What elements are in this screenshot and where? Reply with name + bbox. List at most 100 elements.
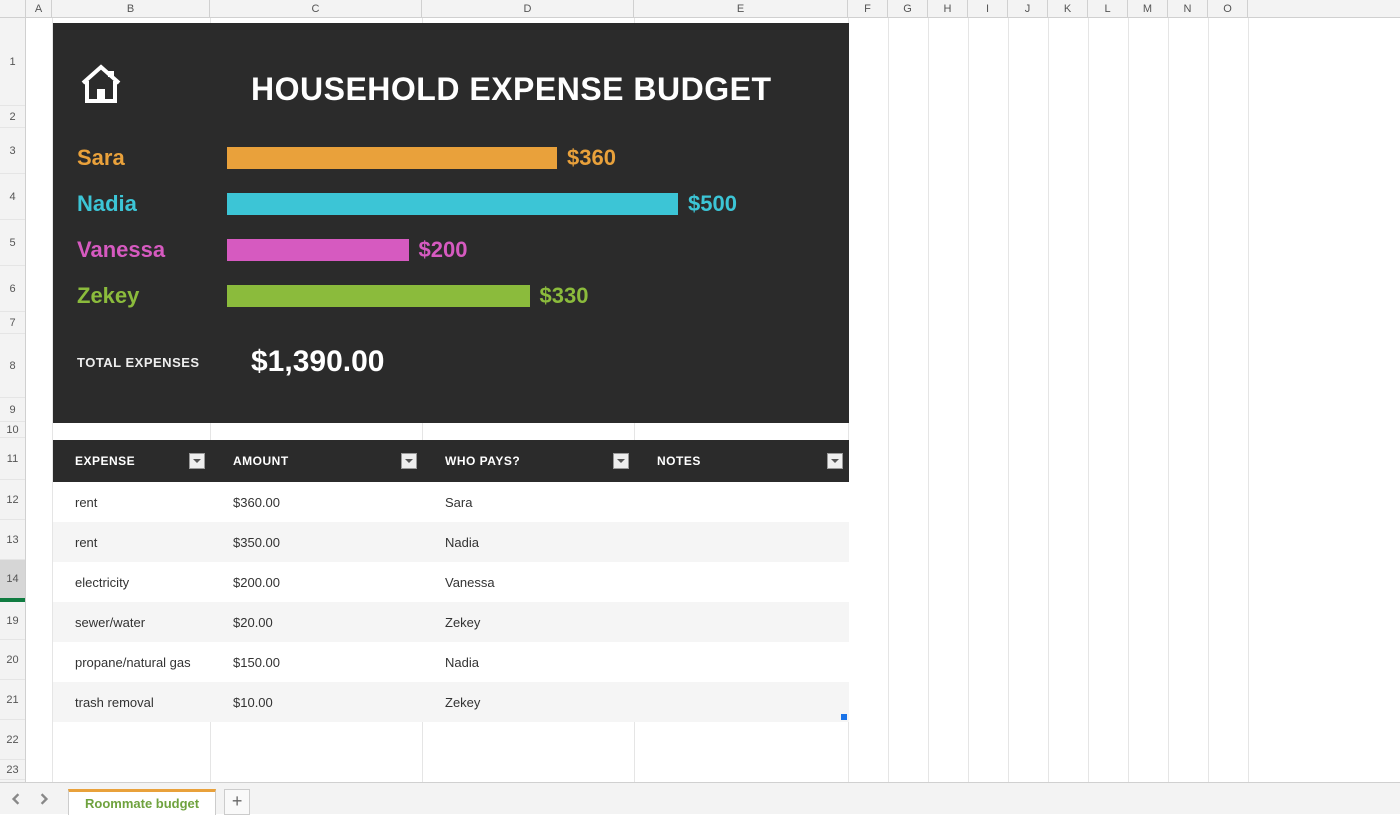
row-header-7[interactable]: 7 [0, 312, 25, 334]
filter-button[interactable] [827, 453, 843, 469]
column-headers[interactable]: ABCDEFGHIJKLMNO [0, 0, 1400, 18]
filter-button[interactable] [401, 453, 417, 469]
row-header-14[interactable]: 14 [0, 560, 25, 600]
prev-sheet-button[interactable] [4, 787, 28, 811]
row-header-9[interactable]: 9 [0, 398, 25, 422]
row-header-1[interactable]: 1 [0, 18, 25, 106]
cell-who[interactable]: Nadia [423, 655, 635, 670]
col-header-N[interactable]: N [1168, 0, 1208, 17]
col-header-A[interactable]: A [26, 0, 52, 17]
person-value: $200 [419, 237, 468, 263]
expense-table: EXPENSE AMOUNT WHO PAYS? NOTES [53, 440, 849, 722]
table-row[interactable]: trash removal$10.00Zekey [53, 682, 849, 722]
person-bar-row: Nadia$500 [77, 181, 825, 227]
col-header-E[interactable]: E [634, 0, 848, 17]
col-header-B[interactable]: B [52, 0, 210, 17]
row-header-20[interactable]: 20 [0, 640, 25, 680]
cell-amount[interactable]: $350.00 [211, 535, 423, 550]
row-header-3[interactable]: 3 [0, 128, 25, 174]
people-bars: Sara $360 Nadia$500Vanessa$200 Zekey $330 [77, 135, 825, 319]
col-header-D[interactable]: D [422, 0, 634, 17]
col-header-label: EXPENSE [75, 454, 135, 468]
row-header-8[interactable]: 8 [0, 334, 25, 398]
row-header-23[interactable]: 23 [0, 760, 25, 780]
cell-amount[interactable]: $360.00 [211, 495, 423, 510]
col-header-K[interactable]: K [1048, 0, 1088, 17]
col-header-M[interactable]: M [1128, 0, 1168, 17]
selection-handle[interactable] [841, 714, 847, 720]
col-header-O[interactable]: O [1208, 0, 1248, 17]
cell-expense[interactable]: rent [53, 495, 211, 510]
col-header-label: NOTES [657, 454, 701, 468]
person-value: $330 [540, 283, 589, 309]
person-value: $500 [688, 191, 737, 217]
row-header-10[interactable]: 10 [0, 422, 25, 438]
totals-row: TOTAL EXPENSES $1,390.00 [77, 345, 384, 379]
filter-button[interactable] [189, 453, 205, 469]
row-header-11[interactable]: 11 [0, 438, 25, 480]
row-header-19[interactable]: 19 [0, 600, 25, 640]
cell-amount[interactable]: $10.00 [211, 695, 423, 710]
cell-amount[interactable]: $200.00 [211, 575, 423, 590]
col-header-J[interactable]: J [1008, 0, 1048, 17]
col-expense-header[interactable]: EXPENSE [53, 454, 211, 468]
col-header-G[interactable]: G [888, 0, 928, 17]
row-header-6[interactable]: 6 [0, 266, 25, 312]
person-bar-row: Zekey $330 [77, 273, 825, 319]
table-row[interactable]: electricity$200.00Vanessa [53, 562, 849, 602]
total-value: $1,390.00 [251, 345, 384, 379]
sheet-tab-bar: Roommate budget + [0, 782, 1400, 814]
person-bar [227, 239, 409, 261]
col-header-L[interactable]: L [1088, 0, 1128, 17]
sheet-grid[interactable]: HOUSEHOLD EXPENSE BUDGET Sara$360Nadia$5… [26, 18, 1400, 782]
row-header-21[interactable]: 21 [0, 680, 25, 720]
summary-card: HOUSEHOLD EXPENSE BUDGET Sara $360 Nadia$5… [53, 23, 849, 423]
cell-who[interactable]: Zekey [423, 615, 635, 630]
cell-amount[interactable]: $20.00 [211, 615, 423, 630]
row-header-22[interactable]: 22 [0, 720, 25, 760]
row-header-2[interactable]: 2 [0, 106, 25, 128]
col-notes-header[interactable]: NOTES [635, 454, 849, 468]
person-bar-row: Sara $360 [77, 135, 825, 181]
next-sheet-button[interactable] [32, 787, 56, 811]
col-header-H[interactable]: H [928, 0, 968, 17]
row-header-5[interactable]: 5 [0, 220, 25, 266]
cell-expense[interactable]: rent [53, 535, 211, 550]
row-header-12[interactable]: 12 [0, 480, 25, 520]
cell-expense[interactable]: propane/natural gas [53, 655, 211, 670]
person-bar [227, 147, 557, 169]
table-header-row: EXPENSE AMOUNT WHO PAYS? NOTES [53, 440, 849, 482]
card-title: HOUSEHOLD EXPENSE BUDGET [251, 71, 772, 108]
cell-who[interactable]: Zekey [423, 695, 635, 710]
col-who-header[interactable]: WHO PAYS? [423, 454, 635, 468]
filter-button[interactable] [613, 453, 629, 469]
cell-expense[interactable]: sewer/water [53, 615, 211, 630]
person-bar [227, 193, 678, 215]
cell-who[interactable]: Nadia [423, 535, 635, 550]
col-header-F[interactable]: F [848, 0, 888, 17]
col-header-C[interactable]: C [210, 0, 422, 17]
col-header-I[interactable]: I [968, 0, 1008, 17]
table-row[interactable]: rent$350.00Nadia [53, 522, 849, 562]
person-name: Zekey [77, 283, 227, 309]
cell-who[interactable]: Sara [423, 495, 635, 510]
table-row[interactable]: propane/natural gas$150.00Nadia [53, 642, 849, 682]
cell-amount[interactable]: $150.00 [211, 655, 423, 670]
row-headers[interactable]: 12345678910111213141920212223 [0, 18, 26, 782]
select-all-corner[interactable] [0, 0, 26, 17]
cell-expense[interactable]: electricity [53, 575, 211, 590]
col-header-label: AMOUNT [233, 454, 289, 468]
cell-who[interactable]: Vanessa [423, 575, 635, 590]
person-value: $360 [567, 145, 616, 171]
cell-expense[interactable]: trash removal [53, 695, 211, 710]
row-header-4[interactable]: 4 [0, 174, 25, 220]
add-sheet-button[interactable]: + [224, 789, 250, 815]
person-bar-row: Vanessa$200 [77, 227, 825, 273]
col-header-label: WHO PAYS? [445, 454, 520, 468]
person-name: Sara [77, 145, 227, 171]
table-row[interactable]: sewer/water$20.00Zekey [53, 602, 849, 642]
sheet-tab-active[interactable]: Roommate budget [68, 789, 216, 815]
col-amount-header[interactable]: AMOUNT [211, 454, 423, 468]
table-row[interactable]: rent$360.00Sara [53, 482, 849, 522]
row-header-13[interactable]: 13 [0, 520, 25, 560]
